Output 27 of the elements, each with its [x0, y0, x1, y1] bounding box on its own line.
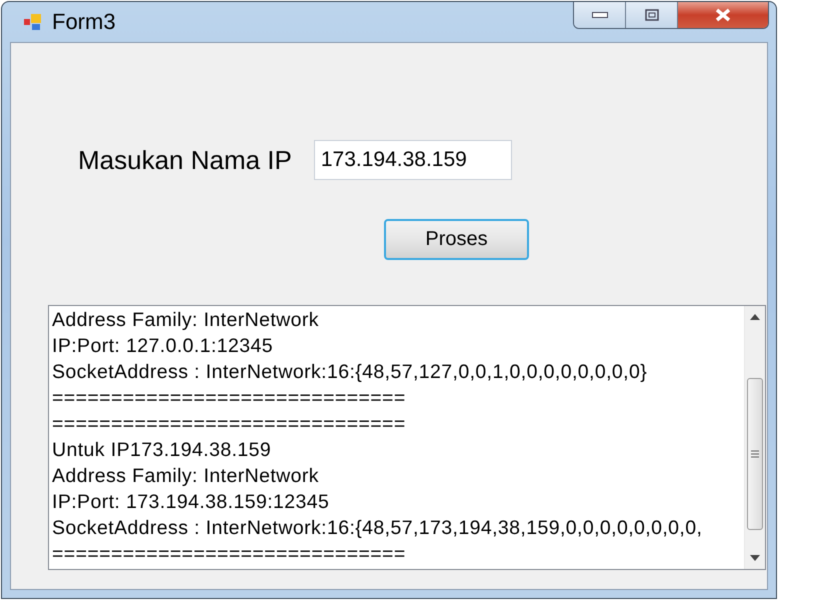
- maximize-button[interactable]: [626, 2, 678, 28]
- output-textbox[interactable]: [48, 305, 766, 570]
- output-line: SocketAddress : InterNetwork:16:{48,57,173,194,38,159,0,0,0,0,0,0,0,0,: [52, 516, 704, 541]
- output-line: ==============================: [52, 542, 407, 567]
- close-icon: [714, 8, 732, 22]
- output-line: Untuk IP173.194.38.159: [52, 438, 272, 463]
- scroll-up-icon[interactable]: [750, 314, 760, 320]
- scrollbar[interactable]: [744, 306, 765, 569]
- output-line: SocketAddress : InterNetwork:16:{48,57,127,0,0,1,0,0,0,0,0,0,0,0}: [52, 360, 648, 385]
- grip-icon: [751, 450, 759, 458]
- ip-label: Masukan Nama IP: [78, 144, 292, 176]
- minimize-button[interactable]: [574, 2, 626, 28]
- output-line: IP:Port: 173.194.38.159:12345: [52, 490, 330, 515]
- minimize-icon: [592, 12, 608, 18]
- maximize-icon: [644, 9, 658, 21]
- window-title: Form3: [52, 9, 116, 35]
- ip-input[interactable]: 173.194.38.159: [314, 140, 512, 180]
- app-icon: [24, 14, 42, 30]
- output-line: Address Family: InterNetwork: [52, 464, 320, 489]
- output-line: IP:Port: 127.0.0.1:12345: [52, 334, 274, 359]
- close-button[interactable]: [678, 2, 768, 28]
- scroll-thumb[interactable]: [747, 378, 763, 530]
- output-line: ==============================: [52, 412, 407, 437]
- scroll-down-icon[interactable]: [750, 555, 760, 561]
- output-line: ==============================: [52, 386, 407, 411]
- output-line: Address Family: InterNetwork: [52, 308, 320, 333]
- process-button[interactable]: Proses: [384, 219, 529, 260]
